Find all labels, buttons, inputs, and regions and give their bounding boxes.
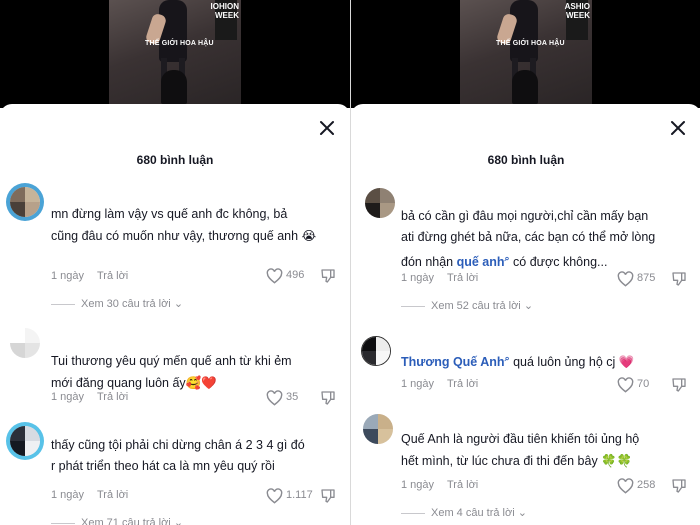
comment-text: thấy cũng tội phải chi dừng chân á 2 3 4…	[51, 438, 305, 473]
thumbnail-caption: THẾ GIỚI HOA HẬU	[145, 40, 214, 47]
chevron-down-icon: ⌄	[173, 517, 184, 525]
avatar[interactable]	[361, 184, 399, 222]
comment-text: bả có cần gì đâu mọi người,chỉ cần mấy b…	[401, 209, 656, 270]
heart-icon	[266, 268, 283, 284]
heart-icon	[266, 488, 283, 504]
dislike-icon[interactable]	[320, 488, 336, 504]
comment-time: 1 ngày	[401, 272, 435, 284]
like-count: 496	[286, 269, 305, 281]
clover-emoji: 🍀🍀	[601, 453, 633, 468]
chevron-down-icon: ⌄	[517, 507, 527, 519]
comment-time: 1 ngày	[51, 391, 85, 403]
dislike-icon[interactable]	[320, 390, 336, 406]
like-button[interactable]: 496	[266, 268, 310, 284]
like-count: 258	[637, 479, 656, 491]
reply-button[interactable]: Trả lời	[447, 378, 478, 390]
heart-icon	[617, 478, 634, 494]
crying-emoji: 😭	[301, 228, 317, 243]
like-button[interactable]: 875	[617, 271, 661, 287]
comment-time: 1 ngày	[51, 489, 85, 501]
video-thumbnail: IOHION WEEK THẾ GIỚI HOA HẬU	[109, 0, 241, 104]
comment-time: 1 ngày	[51, 270, 85, 282]
reply-button[interactable]: Trả lời	[97, 489, 128, 501]
view-replies-button[interactable]: Xem 30 câu trả lời ⌄	[51, 297, 183, 310]
view-replies-button[interactable]: Xem 52 câu trả lời ⌄	[401, 299, 533, 312]
like-button[interactable]: 1.117	[266, 488, 314, 504]
comment-text: Tui thương yêu quý mến quế anh từ khi ẻm…	[51, 354, 292, 390]
like-count: 35	[286, 391, 299, 403]
mention-link[interactable]: Thương Quế Anh⌕	[401, 353, 510, 369]
like-button[interactable]: 35	[266, 390, 310, 406]
like-button[interactable]: 70	[617, 377, 661, 393]
pink-heart-emoji: 💗	[618, 354, 635, 370]
view-replies-button[interactable]: Xem 4 câu trả lời ⌄	[401, 506, 527, 519]
video-preview[interactable]: ASHIO WEEK THẾ GIỚI HOA HẬU	[351, 0, 700, 108]
comment-sheet: 680 bình luận mn đừng làm vậy vs quế anh…	[0, 104, 350, 525]
chevron-down-icon: ⌄	[173, 298, 184, 310]
like-button[interactable]: 258	[617, 478, 661, 494]
mention-link[interactable]: quế anh⌕	[457, 253, 510, 269]
reply-button[interactable]: Trả lời	[97, 391, 128, 403]
avatar[interactable]	[359, 410, 397, 448]
heart-eyes-emoji: 🥰❤️	[185, 375, 217, 390]
comments-panel-right: ASHIO WEEK THẾ GIỚI HOA HẬU 680 bình luậ…	[350, 0, 700, 525]
heart-icon	[617, 271, 634, 287]
comment-sheet: 680 bình luận bả có cần gì đâu mọi người…	[351, 104, 700, 525]
like-count: 70	[637, 378, 650, 390]
dislike-icon[interactable]	[671, 271, 687, 287]
avatar[interactable]	[6, 183, 44, 221]
chevron-down-icon: ⌄	[523, 300, 534, 312]
dislike-icon[interactable]	[671, 478, 687, 494]
comment-text: mn đừng làm vậy vs quế anh đc không, bả …	[51, 207, 317, 243]
like-count: 875	[637, 272, 656, 284]
reply-button[interactable]: Trả lời	[447, 479, 478, 491]
thumbnail-banner-text: IOHION WEEK	[210, 2, 239, 20]
dislike-icon[interactable]	[671, 377, 687, 393]
comment-count-title: 680 bình luận	[487, 153, 565, 167]
avatar[interactable]	[6, 422, 44, 460]
close-icon[interactable]	[668, 118, 688, 138]
heart-icon	[266, 390, 283, 406]
heart-icon	[617, 377, 634, 393]
comment-time: 1 ngày	[401, 378, 435, 390]
avatar[interactable]	[6, 324, 44, 362]
view-replies-button[interactable]: Xem 71 câu trả lời ⌄	[51, 516, 183, 525]
like-count: 1.117	[286, 489, 313, 501]
reply-button[interactable]: Trả lời	[97, 270, 128, 282]
comment-count-title: 680 bình luận	[136, 153, 214, 167]
comment-text: Thương Quế Anh⌕ quá luôn ủng hộ cj 💗	[401, 353, 635, 370]
video-thumbnail: ASHIO WEEK THẾ GIỚI HOA HẬU	[460, 0, 592, 104]
thumbnail-caption: THẾ GIỚI HOA HẬU	[496, 40, 565, 47]
close-icon[interactable]	[317, 118, 337, 138]
comments-panel-left: IOHION WEEK THẾ GIỚI HOA HẬU 680 bình lu…	[0, 0, 350, 525]
comment-text: Quế Anh là người đầu tiên khiến tôi ủng …	[401, 432, 640, 468]
dislike-icon[interactable]	[320, 268, 336, 284]
avatar[interactable]	[357, 332, 395, 370]
comment-time: 1 ngày	[401, 479, 435, 491]
video-preview[interactable]: IOHION WEEK THẾ GIỚI HOA HẬU	[0, 0, 350, 108]
thumbnail-banner-text: ASHIO WEEK	[564, 2, 590, 20]
reply-button[interactable]: Trả lời	[447, 272, 478, 284]
